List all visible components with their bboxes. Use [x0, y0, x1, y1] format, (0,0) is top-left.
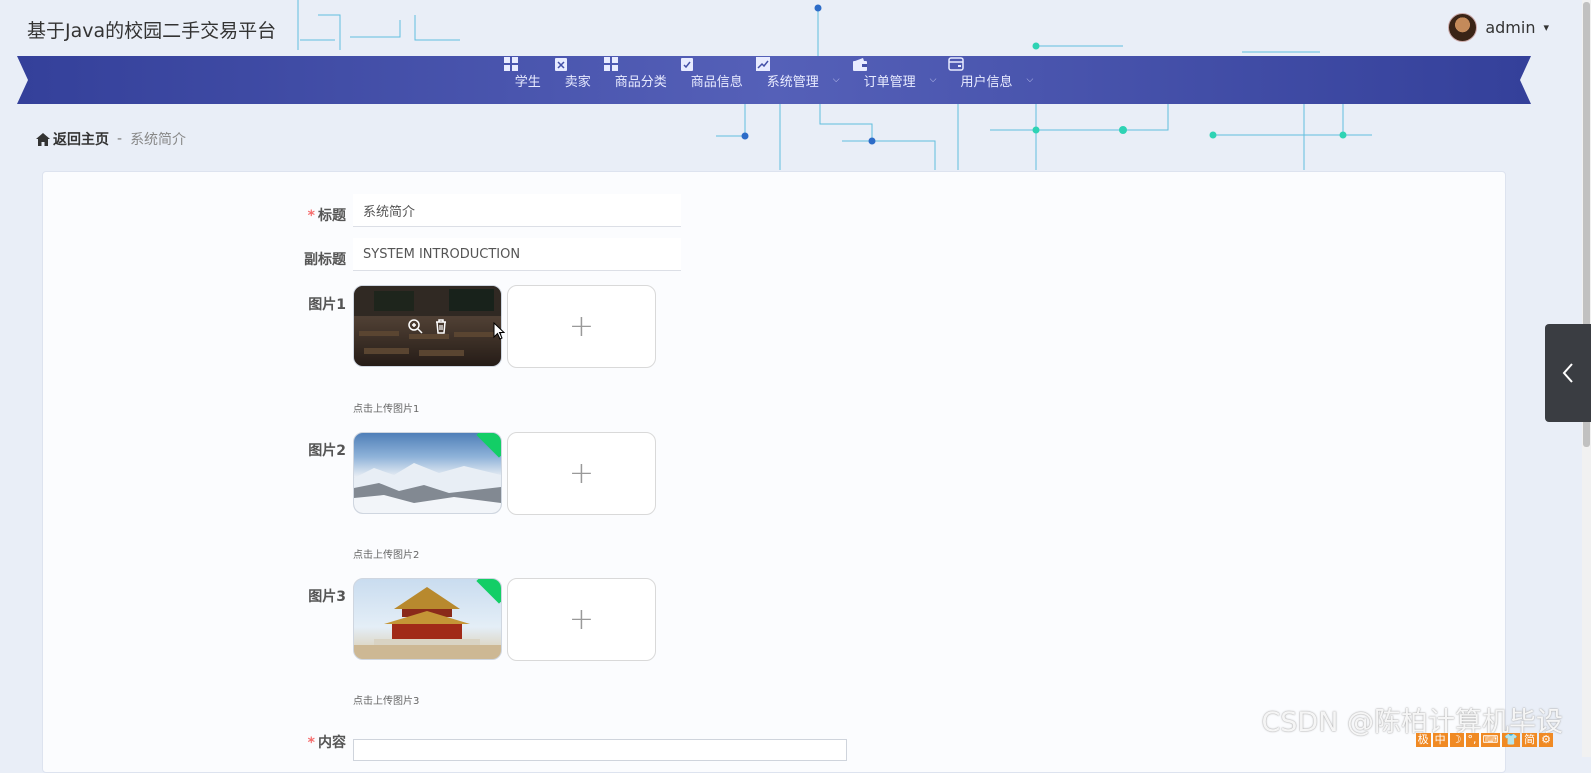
nav-item-categories[interactable]: 商品分类 — [603, 56, 679, 104]
top-bar: 基于Java的校园二手交易平台 admin ▾ — [0, 0, 1591, 56]
required-mark: * — [307, 208, 315, 224]
clipboard-x-icon — [554, 58, 567, 71]
grid-icon — [503, 57, 518, 71]
title-label: * 标题 — [276, 205, 346, 225]
nav-label: 系统管理 — [766, 74, 819, 90]
picture3-thumbnail[interactable] — [353, 578, 502, 660]
picture2-hint: 点击上传图片2 — [353, 550, 420, 561]
picture2-label: 图片2 — [308, 443, 346, 459]
breadcrumb-separator: - — [117, 131, 123, 147]
plus-icon: + — [568, 602, 595, 637]
main-nav: 学生 卖家 商品分类 商品信息 系统管理 ⌵ 订单管理 ⌵ 用户信息 ⌵ — [17, 56, 1531, 104]
breadcrumb-home-link[interactable]: 返回主页 — [36, 129, 109, 149]
content-editor[interactable] — [353, 739, 847, 761]
plus-icon: + — [568, 456, 595, 491]
ime-item[interactable]: ☽ — [1449, 733, 1464, 747]
zoom-in-icon[interactable] — [407, 318, 423, 334]
content-label-text: 内容 — [318, 735, 346, 751]
side-panel-toggle[interactable] — [1545, 324, 1591, 422]
subtitle-input[interactable] — [353, 238, 681, 271]
chart-icon — [755, 57, 770, 71]
picture1-actions — [354, 286, 501, 366]
nav-item-students[interactable]: 学生 — [503, 56, 553, 104]
form-card — [42, 171, 1506, 773]
trash-icon[interactable] — [433, 318, 449, 334]
ime-item[interactable]: 极 — [1415, 733, 1431, 747]
user-menu[interactable]: admin ▾ — [1448, 13, 1549, 42]
title-input[interactable] — [353, 194, 681, 227]
ime-item[interactable]: 👕 — [1502, 733, 1521, 747]
user-caret-icon[interactable]: ▾ — [1543, 21, 1549, 34]
picture3-label: 图片3 — [308, 589, 346, 605]
mouse-cursor-icon — [493, 322, 505, 340]
required-mark: * — [307, 735, 315, 751]
subtitle-label: 副标题 — [304, 252, 346, 268]
nav-item-sellers[interactable]: 卖家 — [553, 56, 603, 104]
ime-item[interactable]: 中 — [1432, 733, 1448, 747]
nav-label: 卖家 — [564, 74, 591, 90]
ime-item[interactable]: 简 — [1522, 733, 1538, 747]
ime-toolbar[interactable]: 极 中 ☽ °, ⌨ 👕 简 ⚙ — [1415, 733, 1553, 747]
nav-item-user-info[interactable]: 用户信息 ⌵ — [948, 56, 1045, 104]
nav-label: 商品信息 — [690, 74, 743, 90]
title-label-text: 标题 — [318, 208, 346, 224]
picture1-thumbnail[interactable] — [353, 285, 502, 367]
snow-mountains-image — [354, 463, 501, 513]
nav-label: 订单管理 — [863, 74, 916, 90]
app-title: 基于Java的校园二手交易平台 — [27, 20, 277, 42]
breadcrumb: 返回主页 - 系统简介 — [36, 129, 186, 149]
chevron-down-icon: ⌵ — [832, 75, 840, 85]
picture3-upload-button[interactable]: + — [507, 578, 656, 661]
ime-item[interactable]: ⚙ — [1539, 733, 1553, 747]
plus-icon: + — [568, 309, 595, 344]
ime-item[interactable]: °, — [1465, 733, 1479, 747]
home-icon — [36, 132, 50, 146]
breadcrumb-home-label[interactable]: 返回主页 — [53, 129, 109, 149]
nav-label: 学生 — [514, 74, 541, 90]
chevron-down-icon: ⌵ — [1026, 75, 1034, 85]
picture1-upload-button[interactable]: + — [507, 285, 656, 368]
picture3-hint: 点击上传图片3 — [353, 696, 420, 707]
picture1-label: 图片1 — [308, 297, 346, 313]
nav-item-orders[interactable]: 订单管理 ⌵ — [852, 56, 949, 104]
card-icon — [948, 57, 965, 71]
nav-item-system[interactable]: 系统管理 ⌵ — [755, 56, 852, 104]
nav-label: 商品分类 — [614, 74, 667, 90]
breadcrumb-current: 系统简介 — [130, 132, 187, 148]
clipboard-check-icon — [680, 58, 693, 71]
user-name[interactable]: admin — [1485, 18, 1535, 37]
content-label: * 内容 — [276, 732, 346, 752]
chevron-left-icon — [1562, 363, 1573, 383]
wallet-icon — [852, 58, 867, 71]
avatar[interactable] — [1448, 13, 1478, 42]
picture2-upload-button[interactable]: + — [507, 432, 656, 515]
palace-image — [354, 587, 501, 659]
nav-item-products[interactable]: 商品信息 — [679, 56, 755, 104]
picture2-thumbnail[interactable] — [353, 432, 502, 514]
grid-icon — [603, 57, 618, 71]
picture1-hint: 点击上传图片1 — [353, 404, 420, 415]
nav-label: 用户信息 — [960, 74, 1013, 90]
ime-item[interactable]: ⌨ — [1480, 733, 1501, 747]
chevron-down-icon: ⌵ — [929, 75, 937, 85]
